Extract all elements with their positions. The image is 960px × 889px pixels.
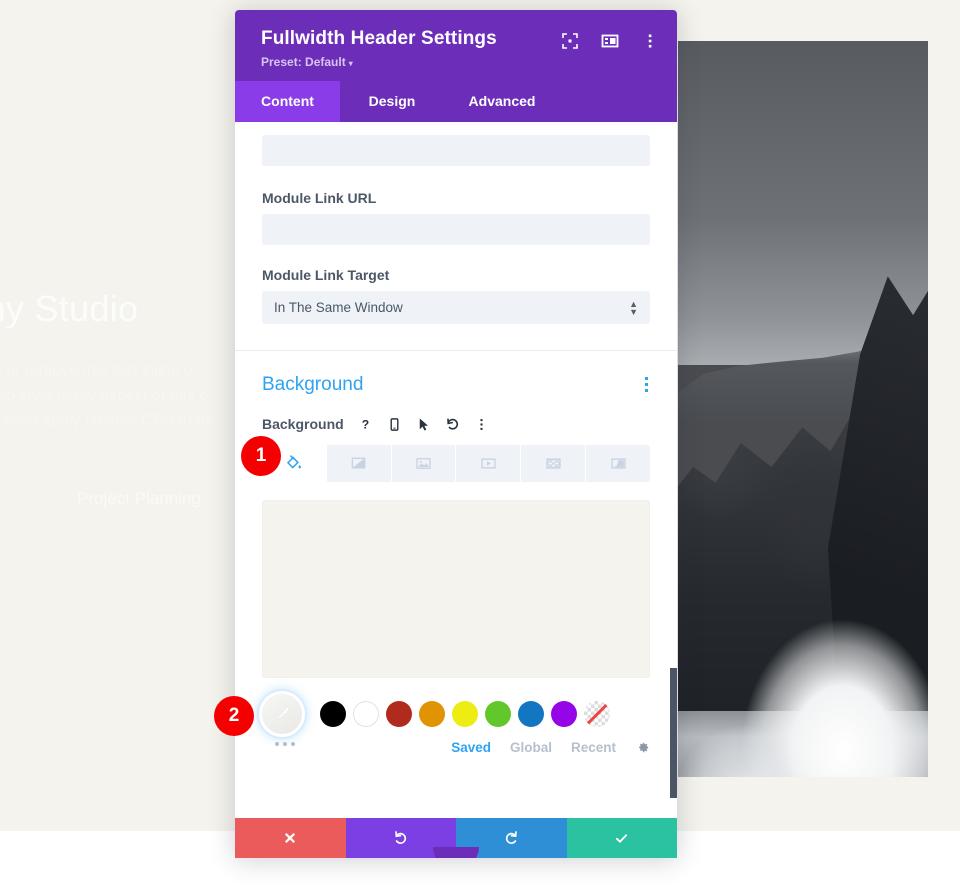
chevron-down-icon: ▾: [349, 59, 353, 68]
background-image-tab[interactable]: [392, 445, 456, 482]
hero-title: ography Studio: [0, 288, 138, 330]
color-swatch-row: [235, 678, 677, 734]
help-icon[interactable]: ?: [356, 414, 376, 434]
expand-icon[interactable]: [561, 32, 579, 50]
background-color-preview[interactable]: [262, 500, 650, 678]
modal-scrollbar-thumb[interactable]: [670, 668, 677, 798]
modal-footer: [235, 818, 677, 858]
background-section-title: Background: [262, 374, 363, 396]
hover-cursor-icon[interactable]: [414, 414, 434, 434]
swatch-white[interactable]: [353, 701, 379, 727]
palette-tabs-row: Saved Global Recent: [235, 736, 677, 755]
module-link-target-select[interactable]: In The Same Window ▲▼: [262, 291, 650, 324]
swatch-transparent[interactable]: [584, 701, 610, 727]
background-pattern-tab[interactable]: [521, 445, 585, 482]
preset-label: Preset: Default: [261, 55, 346, 69]
fullwidth-header-settings-modal: Fullwidth Header Settings Preset: Defaul…: [235, 10, 677, 858]
reset-undo-icon[interactable]: [443, 414, 463, 434]
swatch-green[interactable]: [485, 701, 511, 727]
background-control-label: Background: [262, 416, 344, 432]
preset-selector[interactable]: Preset: Default▾: [261, 55, 655, 69]
tab-advanced[interactable]: Advanced: [444, 81, 560, 122]
photo-wave-spray-secondary: [678, 689, 818, 777]
screen-root: ography Studio ere. Edit or remove this …: [0, 0, 960, 889]
palette-tab-saved[interactable]: Saved: [451, 740, 491, 755]
field-top-partial: [235, 122, 677, 166]
module-link-target-value: In The Same Window: [274, 300, 403, 315]
hero-button-secondary[interactable]: Project Planning: [40, 478, 238, 519]
swatch-yellow[interactable]: [452, 701, 478, 727]
background-mask-tab[interactable]: [586, 445, 650, 482]
swatch-orange[interactable]: [419, 701, 445, 727]
hero-photo: [678, 41, 928, 777]
gear-icon[interactable]: [635, 740, 650, 755]
modal-header: Fullwidth Header Settings Preset: Defaul…: [235, 10, 677, 81]
callout-badge-1: 1: [241, 436, 281, 476]
tab-content[interactable]: Content: [235, 81, 340, 122]
modal-body: Module Link URL Module Link Target In Th…: [235, 122, 677, 818]
panel-layout-icon[interactable]: [601, 32, 619, 50]
save-button[interactable]: [567, 818, 678, 858]
background-control-row: Background ?: [235, 396, 677, 434]
tab-design[interactable]: Design: [340, 81, 444, 122]
eyedropper-button[interactable]: [262, 694, 302, 734]
palette-tab-recent[interactable]: Recent: [571, 740, 616, 755]
kebab-menu-icon[interactable]: [472, 414, 492, 434]
background-section-header: Background: [235, 351, 677, 396]
modal-drag-handle[interactable]: [433, 847, 479, 858]
callout-badge-2: 2: [214, 696, 254, 736]
swatch-red[interactable]: [386, 701, 412, 727]
select-arrows-icon: ▲▼: [629, 300, 638, 316]
background-video-tab[interactable]: [456, 445, 520, 482]
field-module-link-url: Module Link URL: [235, 166, 677, 245]
swatch-purple[interactable]: [551, 701, 577, 727]
kebab-menu-icon[interactable]: [641, 32, 659, 50]
module-link-url-input[interactable]: [262, 214, 650, 245]
background-section-kebab-icon[interactable]: [643, 373, 650, 396]
module-link-url-label: Module Link URL: [262, 190, 650, 206]
hero-button-primary[interactable]: f: [0, 478, 18, 519]
modal-header-actions: [561, 32, 659, 50]
responsive-phone-icon[interactable]: [385, 414, 405, 434]
field-module-link-target: Module Link Target In The Same Window ▲▼: [235, 245, 677, 324]
top-partial-input[interactable]: [262, 135, 650, 166]
modal-tabs: Content Design Advanced: [235, 81, 677, 122]
background-gradient-tab[interactable]: [327, 445, 391, 482]
svg-text:?: ?: [362, 417, 369, 431]
hero-paragraph: ere. Edit or remove this text inline o u…: [0, 358, 252, 458]
module-link-target-label: Module Link Target: [262, 267, 650, 283]
swatch-black[interactable]: [320, 701, 346, 727]
background-type-tabs: [262, 445, 650, 482]
cancel-button[interactable]: [235, 818, 346, 858]
swatch-blue[interactable]: [518, 701, 544, 727]
palette-tab-global[interactable]: Global: [510, 740, 552, 755]
